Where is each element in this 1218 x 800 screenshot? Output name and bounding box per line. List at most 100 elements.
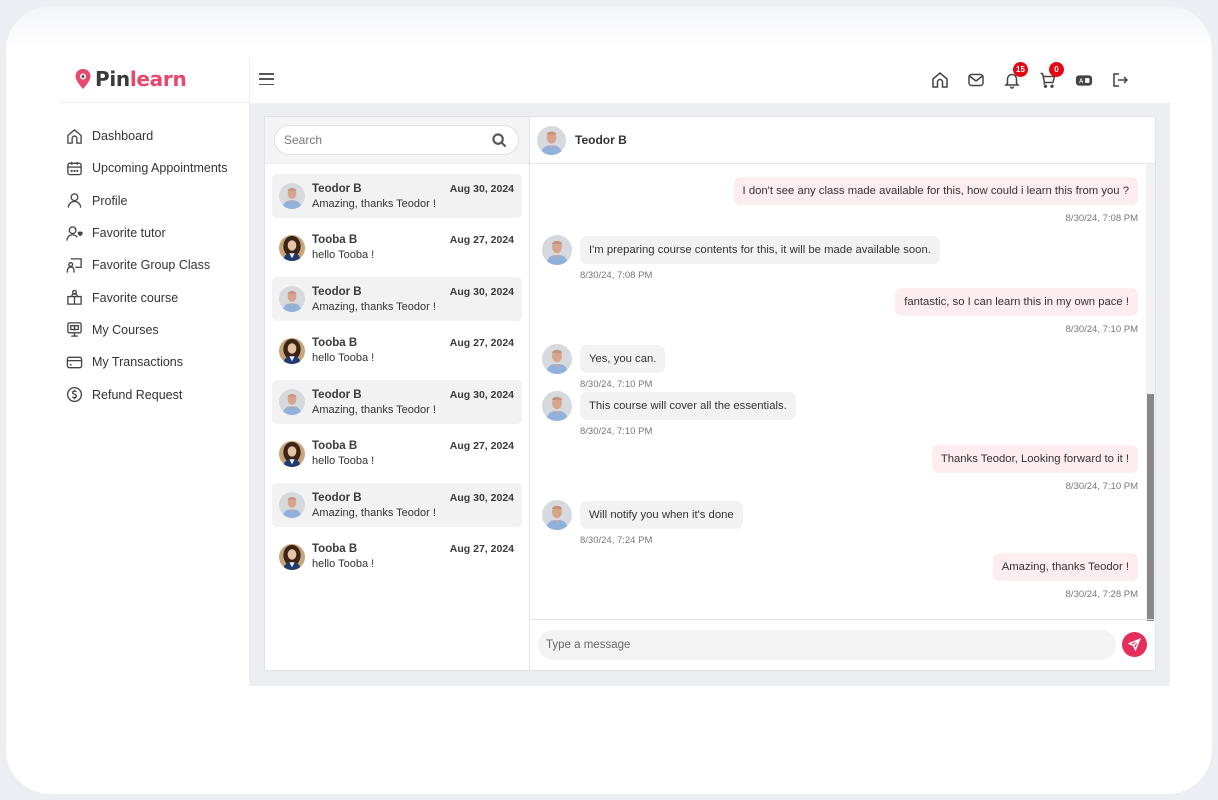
message-bubble: I'm preparing course contents for this, …	[580, 236, 940, 264]
conversation-avatar	[279, 337, 305, 364]
sender-avatar	[542, 235, 572, 265]
brand-name-part2: learn	[129, 67, 187, 91]
message-bubble: Will notify you when it's done	[580, 501, 743, 529]
message-bubble: Amazing, thanks Teodor !	[992, 553, 1138, 581]
outgoing-message: Amazing, thanks Teodor ! 8/30/24, 7:28 PM	[992, 553, 1138, 600]
brand-logo[interactable]: Pin learn	[74, 66, 187, 92]
chat-panel: Teodor B I don't see any class made avai…	[529, 116, 1156, 671]
sidebar-item-refund-request[interactable]: Refund Request	[66, 378, 246, 410]
language-button[interactable]: A	[1066, 67, 1102, 93]
outgoing-message: Thanks Teodor, Looking forward to it ! 8/…	[931, 445, 1138, 492]
sender-avatar	[542, 344, 572, 374]
incoming-message: This course will cover all the essential…	[542, 391, 796, 437]
conversation-name: Teodor B	[312, 285, 362, 298]
conversation-item[interactable]: Tooba B Aug 27, 2024 hello Tooba !	[272, 535, 522, 579]
conversation-preview: hello Tooba !	[312, 352, 375, 364]
conversation-name: Tooba B	[312, 543, 358, 555]
conversation-preview: Amazing, thanks Teodor !	[312, 197, 436, 210]
conversation-search	[274, 125, 519, 155]
svg-text:A: A	[1079, 79, 1084, 85]
language-icon: A	[1075, 75, 1093, 86]
sidebar-item-profile[interactable]: Profile	[66, 185, 246, 217]
sidebar-item-favorite-tutor[interactable]: Favorite tutor	[66, 217, 246, 249]
pin-logo-icon	[75, 69, 91, 89]
topbar-actions: 15 0 A	[922, 62, 1138, 93]
topbar-divider	[249, 58, 250, 103]
conversation-avatar	[279, 492, 305, 518]
conversation-preview: Amazing, thanks Teodor !	[312, 506, 436, 519]
conversation-avatar	[279, 234, 305, 261]
sidebar-item-my-courses[interactable]: My Courses	[66, 314, 246, 346]
sidebar-item-upcoming-appointments[interactable]: Upcoming Appointments	[66, 152, 246, 184]
hamburger-icon	[259, 73, 274, 75]
mail-button[interactable]	[958, 67, 994, 93]
course-icon	[67, 289, 82, 305]
sidebar-item-dashboard[interactable]: Dashboard	[66, 120, 246, 152]
conversation-search-input[interactable]	[284, 133, 474, 147]
scrollbar-thumb[interactable]	[1147, 394, 1154, 621]
conversation-item[interactable]: Teodor B Aug 30, 2024 Amazing, thanks Teod…	[272, 277, 522, 321]
conversation-item[interactable]: Tooba B Aug 27, 2024 hello Tooba !	[272, 226, 522, 270]
brand-name-part1: Pin	[95, 67, 130, 91]
message-timestamp: 8/30/24, 7:08 PM	[580, 270, 653, 281]
conversation-date: Aug 27, 2024	[449, 234, 514, 246]
message-thread-scrollbar[interactable]	[1146, 164, 1155, 621]
message-composer	[530, 619, 1155, 670]
sidebar-item-label: Profile	[92, 193, 128, 208]
monitor-book-icon	[67, 322, 82, 338]
conversation-preview: Amazing, thanks Teodor !	[312, 300, 436, 313]
conversation-item[interactable]: Tooba B Aug 27, 2024 hello Tooba !	[272, 432, 522, 476]
notifications-button[interactable]: 15	[994, 62, 1030, 93]
outgoing-message: fantastic, so I can learn this in my own…	[895, 288, 1138, 335]
sidebar-divider	[60, 102, 249, 103]
conversation-avatar	[279, 183, 305, 209]
home-button[interactable]	[922, 67, 958, 93]
cart-button[interactable]: 0	[1030, 62, 1066, 93]
message-bubble: Yes, you can.	[580, 345, 666, 373]
user-icon	[67, 193, 82, 208]
conversation-date: Aug 30, 2024	[449, 388, 514, 401]
conversation-preview: hello Tooba !	[312, 455, 375, 467]
conversation-name: Teodor B	[312, 388, 362, 401]
conversation-date: Aug 30, 2024	[449, 285, 514, 298]
conversation-date: Aug 27, 2024	[449, 543, 514, 555]
conversation-item[interactable]: Teodor B Aug 30, 2024 Amazing, thanks Teod…	[272, 483, 522, 527]
message-timestamp: 8/30/24, 7:10 PM	[580, 379, 653, 390]
incoming-message: Yes, you can. 8/30/24, 7:10 PM	[542, 344, 666, 390]
contact-avatar[interactable]	[537, 125, 566, 155]
conversation-preview: hello Tooba !	[312, 249, 375, 261]
conversation-date: Aug 27, 2024	[449, 337, 514, 349]
conversation-item[interactable]: Tooba B Aug 27, 2024 hello Tooba !	[272, 329, 522, 373]
conversation-preview: hello Tooba !	[312, 558, 375, 570]
sidebar-item-favorite-group-class[interactable]: Favorite Group Class	[66, 249, 246, 281]
sidebar-item-my-transactions[interactable]: My Transactions	[66, 346, 246, 378]
sidebar-item-label: Favorite course	[92, 290, 179, 305]
message-bubble: Thanks Teodor, Looking forward to it !	[931, 445, 1138, 473]
sidebar-item-label: My Courses	[92, 322, 159, 337]
home-icon	[932, 72, 948, 88]
sidebar-item-favorite-course[interactable]: Favorite course	[66, 281, 246, 313]
notifications-badge: 15	[1013, 62, 1028, 77]
search-icon[interactable]	[492, 133, 507, 148]
sidebar-item-label: My Transactions	[92, 355, 184, 370]
sender-avatar	[542, 391, 572, 421]
message-input[interactable]	[538, 630, 1116, 660]
home-icon	[67, 128, 82, 144]
logout-icon	[1113, 73, 1129, 87]
hamburger-menu-button[interactable]	[259, 73, 274, 85]
conversation-date: Aug 30, 2024	[449, 491, 514, 504]
conversation-item[interactable]: Teodor B Aug 30, 2024 Amazing, thanks Teod…	[272, 174, 522, 218]
dollar-circle-icon	[66, 386, 83, 403]
send-button[interactable]	[1122, 632, 1147, 657]
message-timestamp: 8/30/24, 7:08 PM	[1065, 213, 1138, 224]
conversation-name: Teodor B	[312, 491, 362, 504]
logout-button[interactable]	[1102, 67, 1138, 93]
incoming-message: I'm preparing course contents for this, …	[542, 235, 940, 281]
conversation-avatar	[279, 389, 305, 415]
message-timestamp: 8/30/24, 7:10 PM	[1065, 481, 1138, 492]
message-timestamp: 8/30/24, 7:10 PM	[580, 426, 653, 437]
message-thread: I don't see any class made available for…	[530, 164, 1147, 621]
conversation-item[interactable]: Teodor B Aug 30, 2024 Amazing, thanks Teod…	[272, 380, 522, 424]
message-bubble: I don't see any class made available for…	[733, 177, 1138, 205]
sidebar-item-label: Favorite Group Class	[92, 258, 211, 273]
